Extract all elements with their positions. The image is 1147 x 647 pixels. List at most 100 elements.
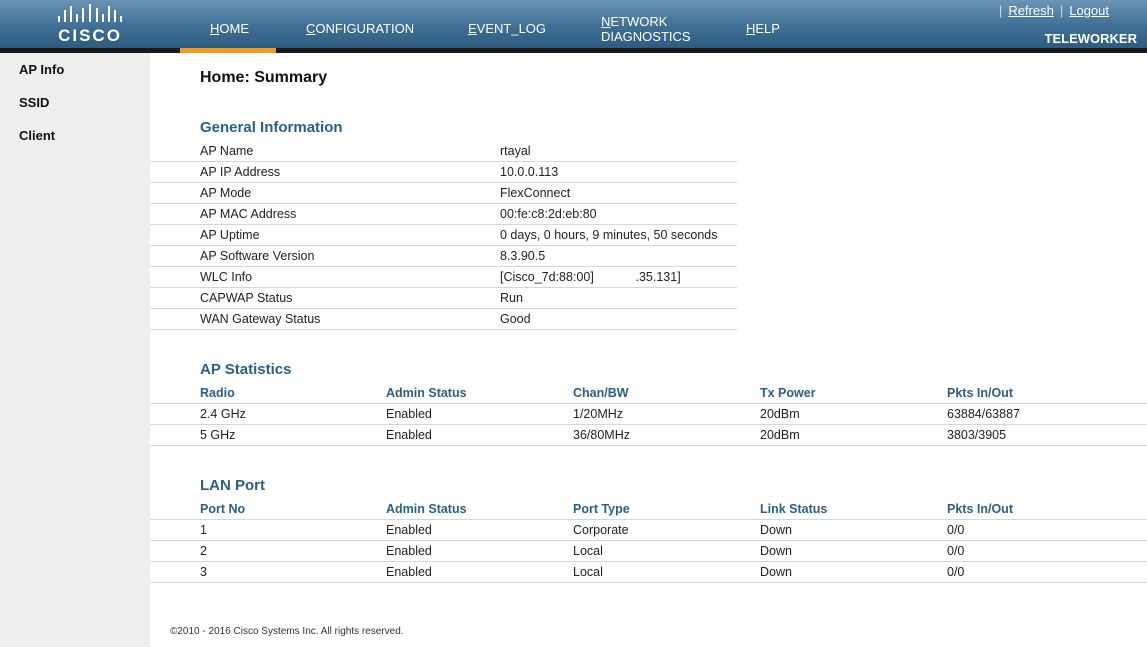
table-header: Radio Admin Status Chan/BW Tx Power Pkts… (150, 385, 1147, 404)
ap-mode-label: TELEWORKER (1044, 31, 1137, 46)
column-header: Chan/BW (573, 386, 629, 400)
table-cell: 36/80MHz (573, 428, 630, 442)
nav-home-label: OME (219, 21, 250, 36)
nav-configuration-access-key: C (306, 21, 316, 36)
sidebar-item-client[interactable]: Client (19, 128, 55, 143)
copyright-footer: ©2010 - 2016 Cisco Systems Inc. All righ… (170, 626, 404, 637)
field-label: AP Uptime (200, 228, 260, 242)
field-value: rtayal (500, 144, 531, 158)
table-row: AP Name rtayal (150, 141, 737, 162)
nav-event-log-access-key: E (468, 21, 477, 36)
column-header: Port Type (573, 502, 630, 516)
field-value: 0 days, 0 hours, 9 minutes, 50 seconds (500, 228, 718, 242)
general-information-title: General Information (200, 119, 343, 136)
sidebar: AP Info SSID Client (0, 53, 150, 647)
table-row: WAN Gateway Status Good (150, 309, 737, 330)
nav-network-diagnostics[interactable]: NETWORK DIAGNOSTICS (601, 14, 691, 44)
column-header: Admin Status (386, 386, 467, 400)
table-cell: 0/0 (947, 523, 965, 537)
field-label: CAPWAP Status (200, 291, 293, 305)
table-row: 3 Enabled Local Down 0/0 (150, 562, 1147, 583)
field-value: 10.0.0.113 (500, 165, 559, 179)
link-separator: | (1059, 3, 1064, 18)
table-cell: Enabled (386, 523, 432, 537)
field-label: AP Mode (200, 186, 252, 200)
refresh-link[interactable]: Refresh (1008, 3, 1054, 18)
field-value: FlexConnect (500, 186, 571, 200)
table-cell: Enabled (386, 565, 432, 579)
field-label: WLC Info (200, 270, 253, 284)
field-value: Good (500, 312, 531, 326)
table-cell: 0/0 (947, 544, 965, 558)
table-cell: 20dBm (760, 428, 800, 442)
table-cell: Enabled (386, 428, 432, 442)
nav-network-diagnostics-access-key: N (601, 14, 611, 29)
sidebar-item-ssid[interactable]: SSID (19, 95, 49, 110)
table-cell: Local (573, 544, 603, 558)
table-cell: 63884/63887 (947, 407, 1020, 421)
link-separator: | (998, 3, 1003, 18)
table-row: AP Uptime 0 days, 0 hours, 9 minutes, 50 … (150, 225, 737, 246)
nav-network-diagnostics-label: ETWORK (610, 14, 668, 29)
table-cell: Down (760, 544, 792, 558)
column-header: Port No (200, 502, 246, 516)
column-header: Radio (200, 386, 235, 400)
nav-home[interactable]: HOME (210, 21, 249, 36)
top-links: | Refresh | Logout (993, 3, 1109, 18)
table-cell: 0/0 (947, 565, 965, 579)
field-value: [Cisco_7d:88:00] .35.131] (500, 270, 681, 284)
table-row: 2 Enabled Local Down 0/0 (150, 541, 1147, 562)
table-row: 1 Enabled Corporate Down 0/0 (150, 520, 1147, 541)
table-cell: Enabled (386, 407, 432, 421)
table-row: 2.4 GHz Enabled 1/20MHz 20dBm 63884/6388… (150, 404, 1147, 425)
table-cell: 1/20MHz (573, 407, 624, 421)
field-value: 8.3.90.5 (500, 249, 546, 263)
nav-configuration-label: ONFIGURATION (315, 21, 415, 36)
page-title: Home: Summary (200, 69, 328, 86)
table-header: Port No Admin Status Port Type Link Stat… (150, 501, 1147, 520)
table-cell: Local (573, 565, 603, 579)
sidebar-item-ap-info[interactable]: AP Info (19, 62, 64, 77)
column-header: Pkts In/Out (947, 502, 1013, 516)
main-content: Home: Summary General Information AP Nam… (150, 53, 1147, 647)
table-row: AP Mode FlexConnect (150, 183, 737, 204)
cisco-logo: CISCO (52, 4, 128, 46)
nav-home-access-key: H (210, 21, 220, 36)
table-cell: 3 (200, 565, 207, 579)
table-cell: Corporate (573, 523, 629, 537)
table-row: AP IP Address 10.0.0.113 (150, 162, 737, 183)
nav-help-label: ELP (755, 21, 780, 36)
column-header: Link Status (760, 502, 828, 516)
table-cell: Down (760, 523, 792, 537)
table-cell: Enabled (386, 544, 432, 558)
table-cell: Down (760, 565, 792, 579)
nav-event-log[interactable]: EVENT_LOG (468, 21, 546, 36)
field-label: WAN Gateway Status (200, 312, 321, 326)
logo-text: CISCO (58, 26, 122, 45)
field-label: AP Software Version (200, 249, 315, 263)
table-row: 5 GHz Enabled 36/80MHz 20dBm 3803/3905 (150, 425, 1147, 446)
ap-statistics-title: AP Statistics (200, 361, 292, 378)
cisco-bridge-icon (58, 4, 122, 22)
nav-configuration[interactable]: CONFIGURATION (306, 21, 414, 36)
table-cell: 3803/3905 (947, 428, 1007, 442)
ap-statistics-table: Radio Admin Status Chan/BW Tx Power Pkts… (150, 385, 1147, 446)
table-row: AP Software Version 8.3.90.5 (150, 246, 737, 267)
table-cell: 1 (200, 523, 207, 537)
column-header: Tx Power (760, 386, 816, 400)
column-header: Pkts In/Out (947, 386, 1013, 400)
field-value: 00:fe:c8:2d:eb:80 (500, 207, 597, 221)
table-cell: 2.4 GHz (200, 407, 246, 421)
general-information-table: AP Name rtayal AP IP Address 10.0.0.113 AP… (150, 141, 737, 330)
nav-help[interactable]: HELP (746, 21, 780, 36)
field-label: AP Name (200, 144, 254, 158)
nav-network-diagnostics-label-line2: DIAGNOSTICS (601, 29, 691, 44)
column-header: Admin Status (386, 502, 467, 516)
logout-link[interactable]: Logout (1069, 3, 1109, 18)
field-value: Run (500, 291, 523, 305)
lan-port-table: Port No Admin Status Port Type Link Stat… (150, 501, 1147, 583)
table-row: AP MAC Address 00:fe:c8:2d:eb:80 (150, 204, 737, 225)
table-cell: 5 GHz (200, 428, 236, 442)
table-cell: 20dBm (760, 407, 800, 421)
table-cell: 2 (200, 544, 207, 558)
